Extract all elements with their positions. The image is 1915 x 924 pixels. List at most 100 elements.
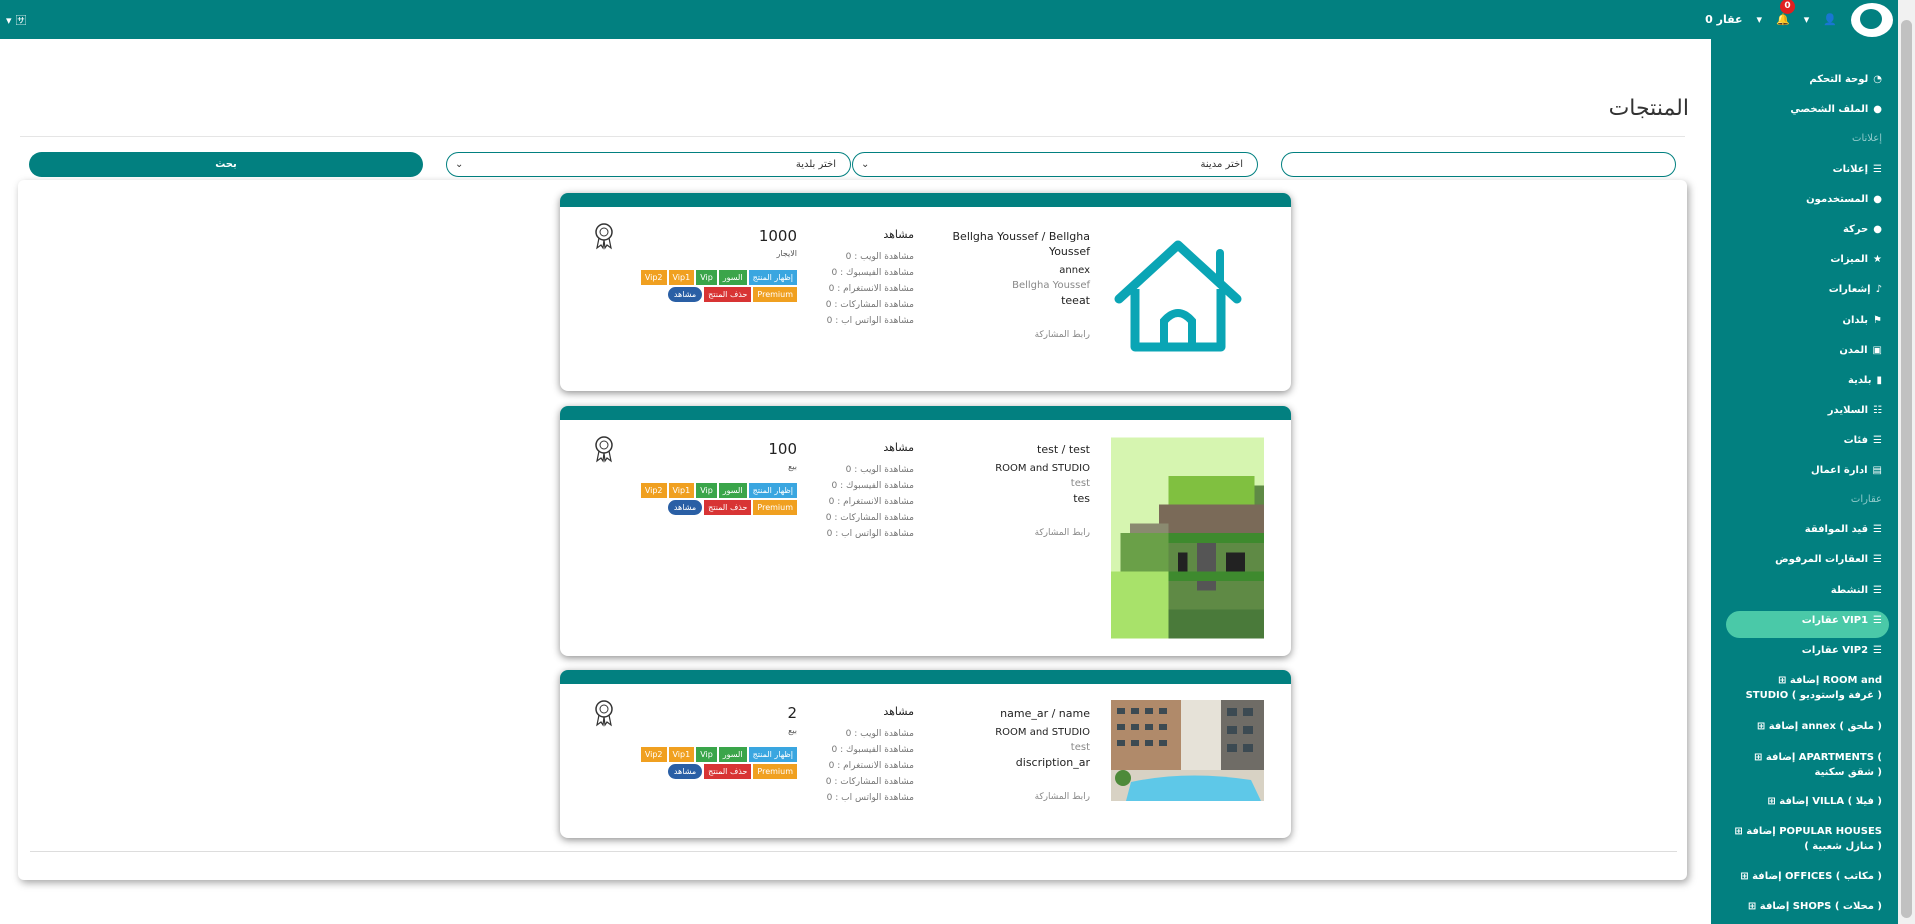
sidebar-item-ads[interactable]: إعلانات ☰ <box>1833 162 1882 178</box>
soor-button[interactable]: السور <box>718 747 747 762</box>
plus-icon: ⊞ <box>1767 796 1780 807</box>
stat-whatsapp: مشاهدة الواتس اب : 0 <box>826 316 914 326</box>
chevron-down-icon[interactable]: ▾ <box>1804 13 1810 26</box>
sidebar-item-dashboard[interactable]: لوحة التحكم ◔ <box>1809 72 1882 88</box>
sidebar-add-annex[interactable]: ⊞ إضافة annex ( ملحق ) <box>1732 719 1882 734</box>
sidebar-item-label: إضافة VILLA ( فيلا ) <box>1779 796 1882 807</box>
premium-button[interactable]: Premium <box>753 287 797 302</box>
sidebar-item-label: ادارة اعمال <box>1811 465 1868 476</box>
delete-product-button[interactable]: حذف المنتج <box>704 764 752 779</box>
star-icon: ★ <box>1873 254 1882 265</box>
views-button[interactable]: مشاهد <box>667 500 703 515</box>
sidebar-item-countries[interactable]: بلدان ⚑ <box>1842 313 1882 329</box>
vip2-button[interactable]: Vip2 <box>640 270 667 285</box>
city-select[interactable]: ⌄ اختر مدينة <box>852 152 1258 177</box>
list-icon: ☰ <box>1873 164 1882 175</box>
sidebar-section-properties: عقارات <box>1850 494 1882 505</box>
notifications-button[interactable]: 🔔 0 <box>1776 0 1796 26</box>
award-icon <box>595 223 613 250</box>
sidebar-item-profile[interactable]: الملف الشخصي ● <box>1790 102 1882 118</box>
list-icon: ☰ <box>1873 645 1882 656</box>
sidebar-add-villa[interactable]: ⊞ إضافة VILLA ( فيلا ) <box>1732 794 1882 809</box>
sidebar-item-label: المستخدمون <box>1806 194 1869 205</box>
sidebar-item-pending[interactable]: قيد الموافقة ☰ <box>1805 522 1882 538</box>
vip-button[interactable]: Vip <box>696 270 717 285</box>
views-header: مشاهد <box>883 441 914 454</box>
bell-icon: ♪ <box>1875 284 1882 295</box>
product-category: annex <box>1059 265 1090 276</box>
sidebar-item-vip2[interactable]: عقارات VIP2 ☰ <box>1802 643 1882 659</box>
product-title: test / test <box>1037 443 1090 456</box>
language-switcher[interactable]: ▾ 🈂 <box>6 12 27 28</box>
stat-shares: مشاهدة المشاركات : 0 <box>825 300 914 310</box>
sidebar-item-label: النشطة <box>1830 585 1869 596</box>
soor-button[interactable]: السور <box>718 270 747 285</box>
sidebar-add-apartments[interactable]: ⊞ إضافة APARTMENTS ( شقق سكنية ) <box>1732 750 1882 780</box>
sidebar-item-label: إضافة annex ( ملحق ) <box>1768 721 1882 732</box>
sidebar-item-categories[interactable]: فئات ☰ <box>1844 433 1882 449</box>
search-input[interactable] <box>1281 152 1676 177</box>
sidebar-item-rejected[interactable]: العقارات المرفوض ☰ <box>1775 552 1882 568</box>
sidebar-item-cities[interactable]: المدن ▣ <box>1839 343 1882 359</box>
show-product-button[interactable]: إظهار المنتج <box>748 747 797 762</box>
plus-icon: ⊞ <box>1756 721 1769 732</box>
stat-web: مشاهدة الويب : 0 <box>845 465 914 475</box>
sidebar-item-label: الملف الشخصي <box>1790 104 1869 115</box>
vip-button[interactable]: Vip <box>696 747 717 762</box>
sidebar-add-room-studio[interactable]: ⊞ إضافة ROOM and STUDIO ( غرفة واستوديو … <box>1732 673 1882 703</box>
scrollbar-thumb[interactable] <box>1901 20 1912 918</box>
app-window: { "topbar": { "lang_icon": "language-ico… <box>0 0 1915 924</box>
sidebar-item-features[interactable]: الميزات ★ <box>1830 252 1882 268</box>
user-menu-button[interactable]: 👤 <box>1823 13 1837 26</box>
soor-button[interactable]: السور <box>718 483 747 498</box>
sidebar-item-vip1[interactable]: عقارات VIP1 ☰ <box>1802 613 1882 629</box>
product-category: ROOM and STUDIO <box>995 727 1090 738</box>
divider <box>30 851 1677 852</box>
award-icon <box>595 436 613 463</box>
realty-count[interactable]: عقار 0 <box>1705 13 1742 26</box>
sidebar-item-users[interactable]: المستخدمون ● <box>1806 192 1882 208</box>
chevron-down-icon: ⌄ <box>861 159 870 170</box>
views-button[interactable]: مشاهد <box>667 764 703 779</box>
sidebar-item-active[interactable]: النشطة ☰ <box>1831 583 1882 599</box>
delete-product-button[interactable]: حذف المنتج <box>704 500 752 515</box>
sidebar-item-notifications[interactable]: إشعارات ♪ <box>1829 282 1882 298</box>
vip2-button[interactable]: Vip2 <box>640 747 667 762</box>
sidebar-add-offices[interactable]: ⊞ إضافة OFFICES ( مكاتب ) <box>1732 869 1882 884</box>
search-button[interactable]: بحث <box>29 152 423 177</box>
product-category: ROOM and STUDIO <box>995 463 1090 474</box>
stat-web: مشاهدة الويب : 0 <box>845 729 914 739</box>
logo[interactable] <box>1851 2 1893 37</box>
premium-button[interactable]: Premium <box>753 764 797 779</box>
views-button[interactable]: مشاهد <box>667 287 703 302</box>
vip1-button[interactable]: Vip1 <box>668 270 695 285</box>
vip1-button[interactable]: Vip1 <box>668 747 695 762</box>
city-select-value: اختر مدينة <box>1200 159 1243 170</box>
vip1-button[interactable]: Vip1 <box>668 483 695 498</box>
sidebar-add-popular-houses[interactable]: ⊞ إضافة POPULAR HOUSES ( منازل شعبية ) <box>1732 824 1882 854</box>
share-link[interactable]: رابط المشاركة <box>950 328 1090 343</box>
stat-shares: مشاهدة المشاركات : 0 <box>825 513 914 523</box>
sidebar-item-label: لوحة التحكم <box>1809 74 1869 85</box>
share-link[interactable]: رابط المشاركة <box>950 526 1090 541</box>
product-owner: test <box>1070 478 1090 489</box>
show-product-button[interactable]: إظهار المنتج <box>748 270 797 285</box>
municipality-select[interactable]: ⌄ اختر بلدية <box>446 152 851 177</box>
sidebar-item-label: إضافة OFFICES ( مكاتب ) <box>1752 871 1882 882</box>
page-scrollbar[interactable] <box>1898 0 1915 924</box>
vip2-button[interactable]: Vip2 <box>640 483 667 498</box>
share-link[interactable]: رابط المشاركة <box>950 790 1090 805</box>
stat-facebook: مشاهدة الفيسبوك : 0 <box>831 481 914 491</box>
product-owner: test <box>1070 742 1090 753</box>
list-icon: ☰ <box>1873 435 1882 446</box>
sidebar-item-business[interactable]: ادارة اعمال ▤ <box>1811 463 1882 479</box>
chevron-down-icon[interactable]: ▾ <box>1757 13 1763 26</box>
vip-button[interactable]: Vip <box>696 483 717 498</box>
show-product-button[interactable]: إظهار المنتج <box>748 483 797 498</box>
sidebar-add-shops[interactable]: ⊞ إضافة SHOPS ( محلات ) <box>1732 899 1882 914</box>
sidebar-item-municipality[interactable]: بلدية ▮ <box>1848 373 1882 389</box>
sidebar-item-activity[interactable]: حركة ● <box>1843 222 1882 238</box>
sidebar-item-slider[interactable]: السلايدر ☷ <box>1828 403 1882 419</box>
delete-product-button[interactable]: حذف المنتج <box>704 287 752 302</box>
premium-button[interactable]: Premium <box>753 500 797 515</box>
